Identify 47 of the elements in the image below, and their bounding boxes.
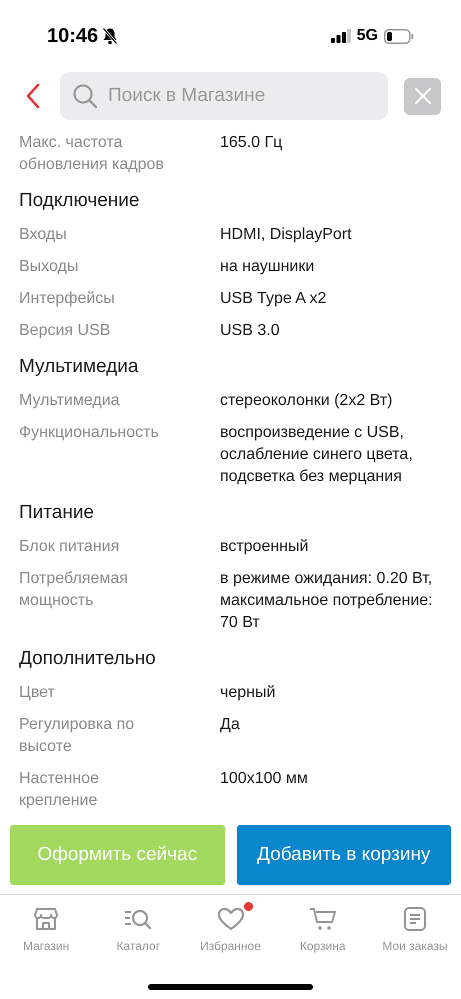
section-heading: Питание: [19, 501, 95, 525]
search-field[interactable]: Поиск в Магазине: [60, 72, 388, 120]
tab-bar-item[interactable]: Каталог: [92, 895, 184, 962]
spec-label: Регулировка по высоте: [19, 715, 136, 757]
spec-label: Интерфейсы: [19, 289, 116, 309]
spec-value: черный: [220, 683, 276, 703]
search-icon: [72, 83, 98, 109]
section-heading: Мультимедиа: [19, 355, 140, 379]
spec-value: 100x100 мм: [220, 769, 309, 789]
spec-label: Мультимедиа: [19, 391, 121, 411]
clock-time: 10:46: [47, 24, 98, 49]
document-icon: [402, 906, 427, 932]
spec-value: USB Type A x2: [220, 289, 328, 309]
tab-bar-item[interactable]: Мои заказы: [368, 895, 461, 962]
spec-value: стереоколонки (2x2 Вт): [220, 391, 394, 411]
tab-bar-item[interactable]: Магазин: [0, 895, 92, 962]
spec-value: воспроизведение с USB, ослабление синего цвета, подсветка без мерцания: [220, 423, 414, 487]
spec-label: Макс. частота обновления кадров: [19, 133, 165, 175]
battery-icon: [384, 28, 414, 44]
spec-value: в режиме ожидания: 0.20 Вт, максимальное потребление: 70 Вт: [220, 569, 434, 633]
spec-label: Цвет: [19, 683, 56, 703]
cart-icon: [308, 906, 337, 932]
section-heading: Дополнительно: [19, 647, 157, 671]
heart-icon: [216, 906, 244, 932]
search-input: Поиск в Магазине: [108, 82, 376, 110]
buy-now-button[interactable]: Оформить сейчас: [10, 825, 224, 885]
spec-label: Входы: [19, 225, 68, 245]
spec-label: Блок питания: [19, 537, 120, 557]
network-label: 5G: [356, 26, 378, 46]
spec-value: Да: [220, 715, 241, 735]
close-icon: [414, 87, 432, 105]
storefront-icon: [33, 906, 60, 932]
signal-icon: [330, 29, 351, 43]
section-heading: Подключение: [19, 189, 140, 213]
spec-label: Потребляемая мощность: [19, 569, 129, 611]
spec-label: Настенное крепление: [19, 769, 100, 811]
spec-value: HDMI, DisplayPort: [220, 225, 353, 245]
spec-value: USB 3.0: [220, 321, 281, 341]
tab-bar-item[interactable]: Корзина: [276, 895, 369, 962]
add-to-cart-button[interactable]: Добавить в корзину: [236, 825, 451, 885]
spec-value: встроенный: [220, 537, 310, 557]
spec-label: Выходы: [19, 257, 80, 277]
spec-value: на наушники: [220, 257, 316, 277]
spec-label: Версия USB: [19, 321, 112, 341]
spec-value: 165.0 Гц: [220, 133, 284, 153]
tab-bar-item[interactable]: Избранное: [184, 895, 277, 962]
spec-label: Функциональность: [19, 423, 160, 443]
